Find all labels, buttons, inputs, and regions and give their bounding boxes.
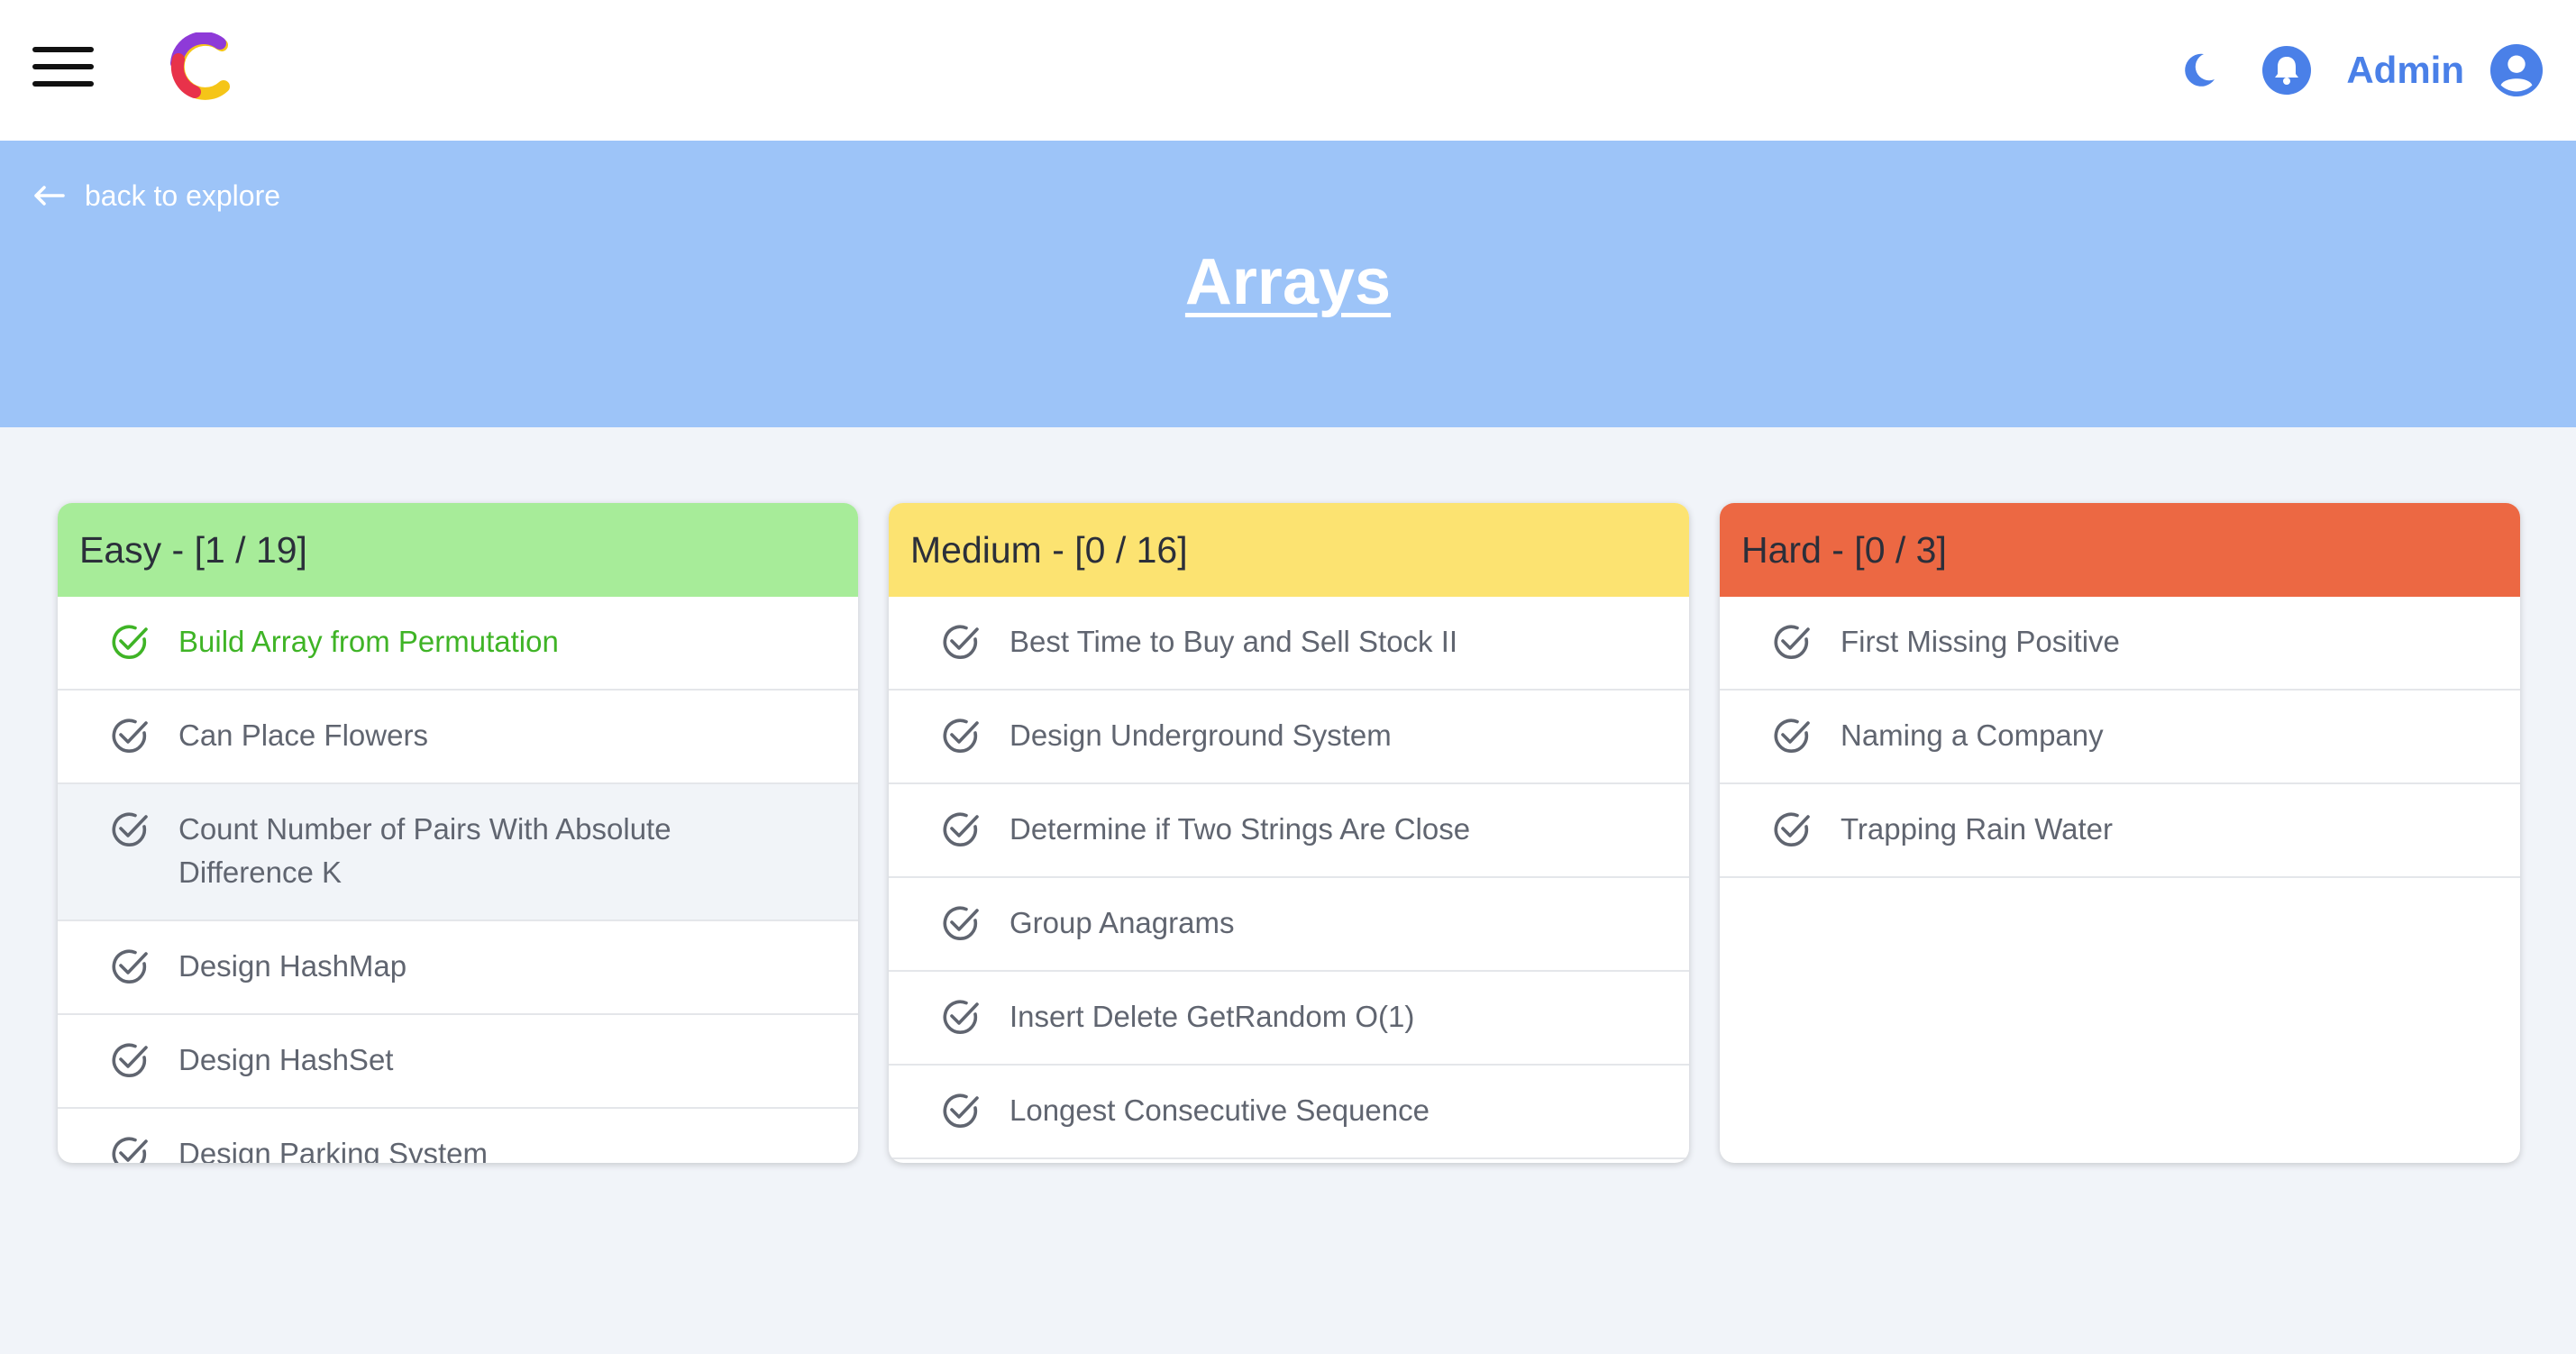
- problem-title: Group Anagrams: [1009, 906, 1235, 939]
- hard-column-header: Hard - [0 / 3]: [1720, 503, 2520, 597]
- arrow-left-icon: [34, 186, 65, 206]
- problem-list-item[interactable]: Group Anagrams: [889, 878, 1689, 972]
- user-avatar-icon[interactable]: [2489, 43, 2544, 97]
- medium-column: Medium - [0 / 16] Best Time to Buy and S…: [889, 503, 1689, 1163]
- problem-list-item[interactable]: Build Array from Permutation: [58, 597, 858, 691]
- easy-column: Easy - [1 / 19] Build Array from Permuta…: [58, 503, 858, 1163]
- medium-problem-list: Best Time to Buy and Sell Stock II Design…: [889, 597, 1689, 1159]
- problem-title: Longest Consecutive Sequence: [1009, 1093, 1430, 1127]
- admin-username[interactable]: Admin: [2346, 49, 2464, 92]
- check-circle-icon: [939, 901, 982, 945]
- top-navbar: Admin: [0, 0, 2576, 141]
- page-title: Arrays: [1184, 246, 1392, 318]
- check-circle-icon: [939, 995, 982, 1038]
- check-circle-icon: [939, 620, 982, 663]
- problem-title: Trapping Rain Water: [1841, 812, 2114, 846]
- problem-title: Can Place Flowers: [178, 718, 428, 752]
- logo-icon[interactable]: [168, 32, 236, 101]
- problem-title: Design Underground System: [1009, 718, 1392, 752]
- problem-title: First Missing Positive: [1841, 625, 2120, 658]
- problem-list-item[interactable]: Design Underground System: [889, 691, 1689, 784]
- easy-column-header: Easy - [1 / 19]: [58, 503, 858, 597]
- check-circle-completed-icon: [108, 620, 151, 663]
- back-link-label: back to explore: [85, 178, 281, 212]
- problem-list-item[interactable]: First Missing Positive: [1720, 597, 2520, 691]
- problem-list-item[interactable]: Best Time to Buy and Sell Stock II: [889, 597, 1689, 691]
- check-circle-icon: [108, 1038, 151, 1082]
- problem-list-item[interactable]: Longest Consecutive Sequence: [889, 1066, 1689, 1159]
- check-circle-icon: [108, 945, 151, 988]
- problem-title: Insert Delete GetRandom O(1): [1009, 1000, 1415, 1033]
- problem-title: Build Array from Permutation: [178, 625, 559, 658]
- problem-title: Best Time to Buy and Sell Stock II: [1009, 625, 1458, 658]
- problem-title: Design Parking System: [178, 1137, 488, 1163]
- moon-icon[interactable]: [2171, 43, 2225, 97]
- medium-column-header: Medium - [0 / 16]: [889, 503, 1689, 597]
- check-circle-icon: [939, 1089, 982, 1132]
- problem-list-item[interactable]: Count Number of Pairs With Absolute Diff…: [58, 784, 858, 921]
- bell-icon[interactable]: [2260, 43, 2314, 97]
- easy-problem-list: Build Array from Permutation Can Place Fl…: [58, 597, 858, 1163]
- check-circle-icon: [1770, 808, 1813, 851]
- check-circle-icon: [939, 808, 982, 851]
- problem-title: Design HashSet: [178, 1043, 394, 1076]
- problem-title: Count Number of Pairs With Absolute Diff…: [178, 812, 671, 889]
- problem-list-item[interactable]: Naming a Company: [1720, 691, 2520, 784]
- check-circle-icon: [1770, 714, 1813, 757]
- check-circle-icon: [1770, 620, 1813, 663]
- check-circle-icon: [108, 808, 151, 851]
- problem-list-item[interactable]: Insert Delete GetRandom O(1): [889, 972, 1689, 1066]
- hard-column: Hard - [0 / 3] First Missing Positive Nam…: [1720, 503, 2520, 1163]
- menu-icon[interactable]: [32, 47, 94, 87]
- problem-list-item[interactable]: Design HashMap: [58, 921, 858, 1015]
- check-circle-icon: [939, 714, 982, 757]
- problem-list-item[interactable]: Design Parking System: [58, 1109, 858, 1163]
- problem-title: Naming a Company: [1841, 718, 2104, 752]
- problem-list-item[interactable]: Trapping Rain Water: [1720, 784, 2520, 878]
- hard-problem-list: First Missing Positive Naming a Company Tr…: [1720, 597, 2520, 878]
- back-to-explore-link[interactable]: back to explore: [32, 173, 280, 218]
- problem-list-item[interactable]: Design HashSet: [58, 1015, 858, 1109]
- problem-title: Design HashMap: [178, 949, 407, 983]
- check-circle-icon: [108, 714, 151, 757]
- topic-banner: back to explore Arrays: [0, 141, 2576, 427]
- problem-title: Determine if Two Strings Are Close: [1009, 812, 1471, 846]
- problem-list-item[interactable]: Determine if Two Strings Are Close: [889, 784, 1689, 878]
- check-circle-icon: [108, 1132, 151, 1163]
- problem-list-item[interactable]: Can Place Flowers: [58, 691, 858, 784]
